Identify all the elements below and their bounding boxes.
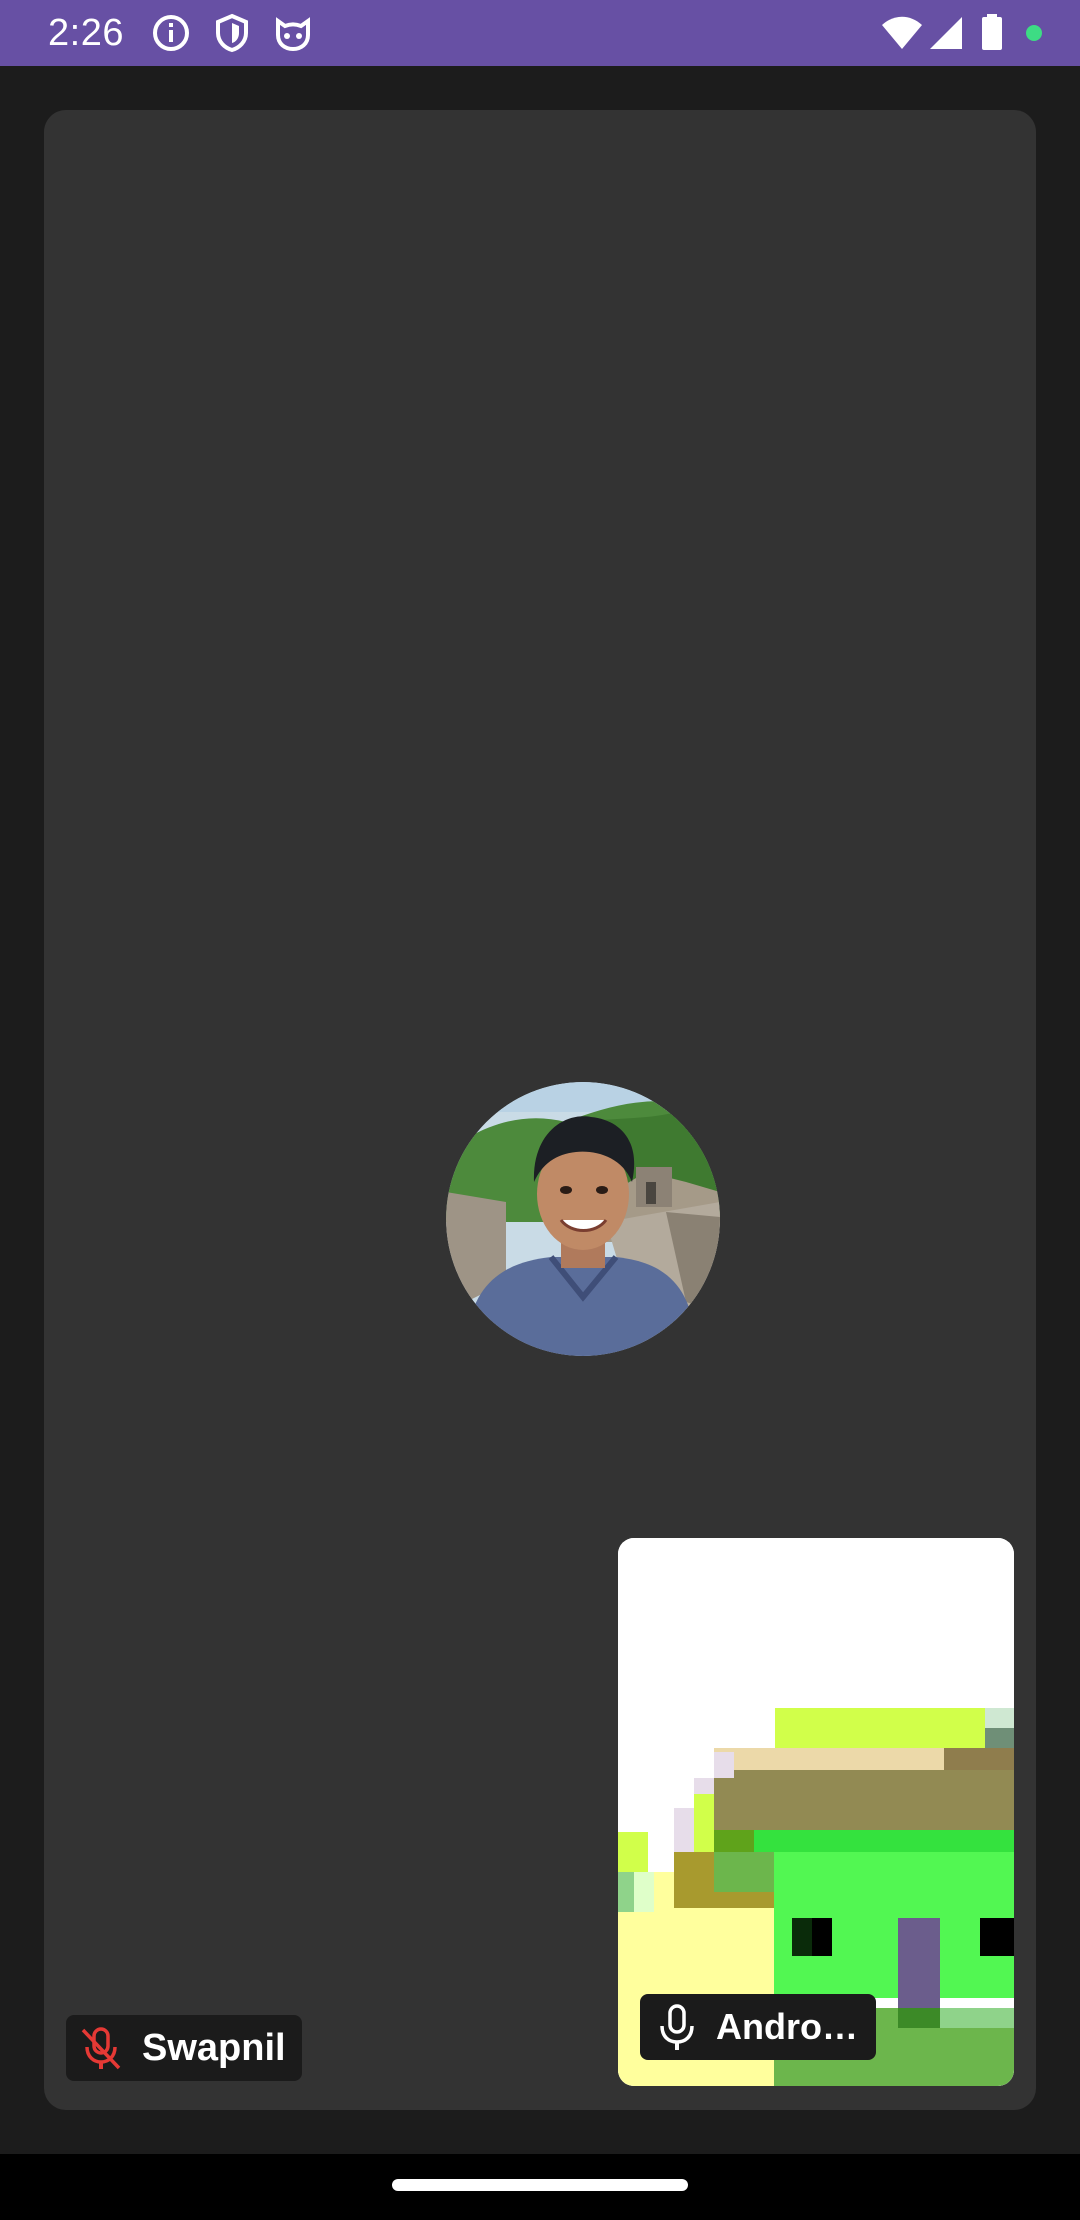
battery-icon <box>982 14 1002 50</box>
self-name-tag: Andro… <box>640 1994 876 2060</box>
participant-name: Swapnil <box>142 2027 286 2069</box>
mic-off-icon <box>81 2027 121 2070</box>
status-bar: 2:26 <box>0 0 1080 66</box>
signal-icon <box>930 17 962 49</box>
home-handle[interactable] <box>392 2179 688 2191</box>
self-name: Andro… <box>716 2006 858 2047</box>
participant-name-tag: Swapnil <box>66 2015 302 2081</box>
info-icon <box>153 15 189 51</box>
green-dot-indicator <box>1026 25 1042 41</box>
navigation-bar <box>0 2154 1080 2220</box>
wifi-icon <box>882 16 922 49</box>
self-view-tile[interactable]: Andro… <box>618 1538 1014 2086</box>
participant-avatar <box>446 1082 720 1356</box>
status-time: 2:26 <box>48 12 124 54</box>
cat-face-icon <box>276 17 310 52</box>
shield-icon <box>216 13 248 53</box>
mic-icon <box>660 2004 694 2050</box>
